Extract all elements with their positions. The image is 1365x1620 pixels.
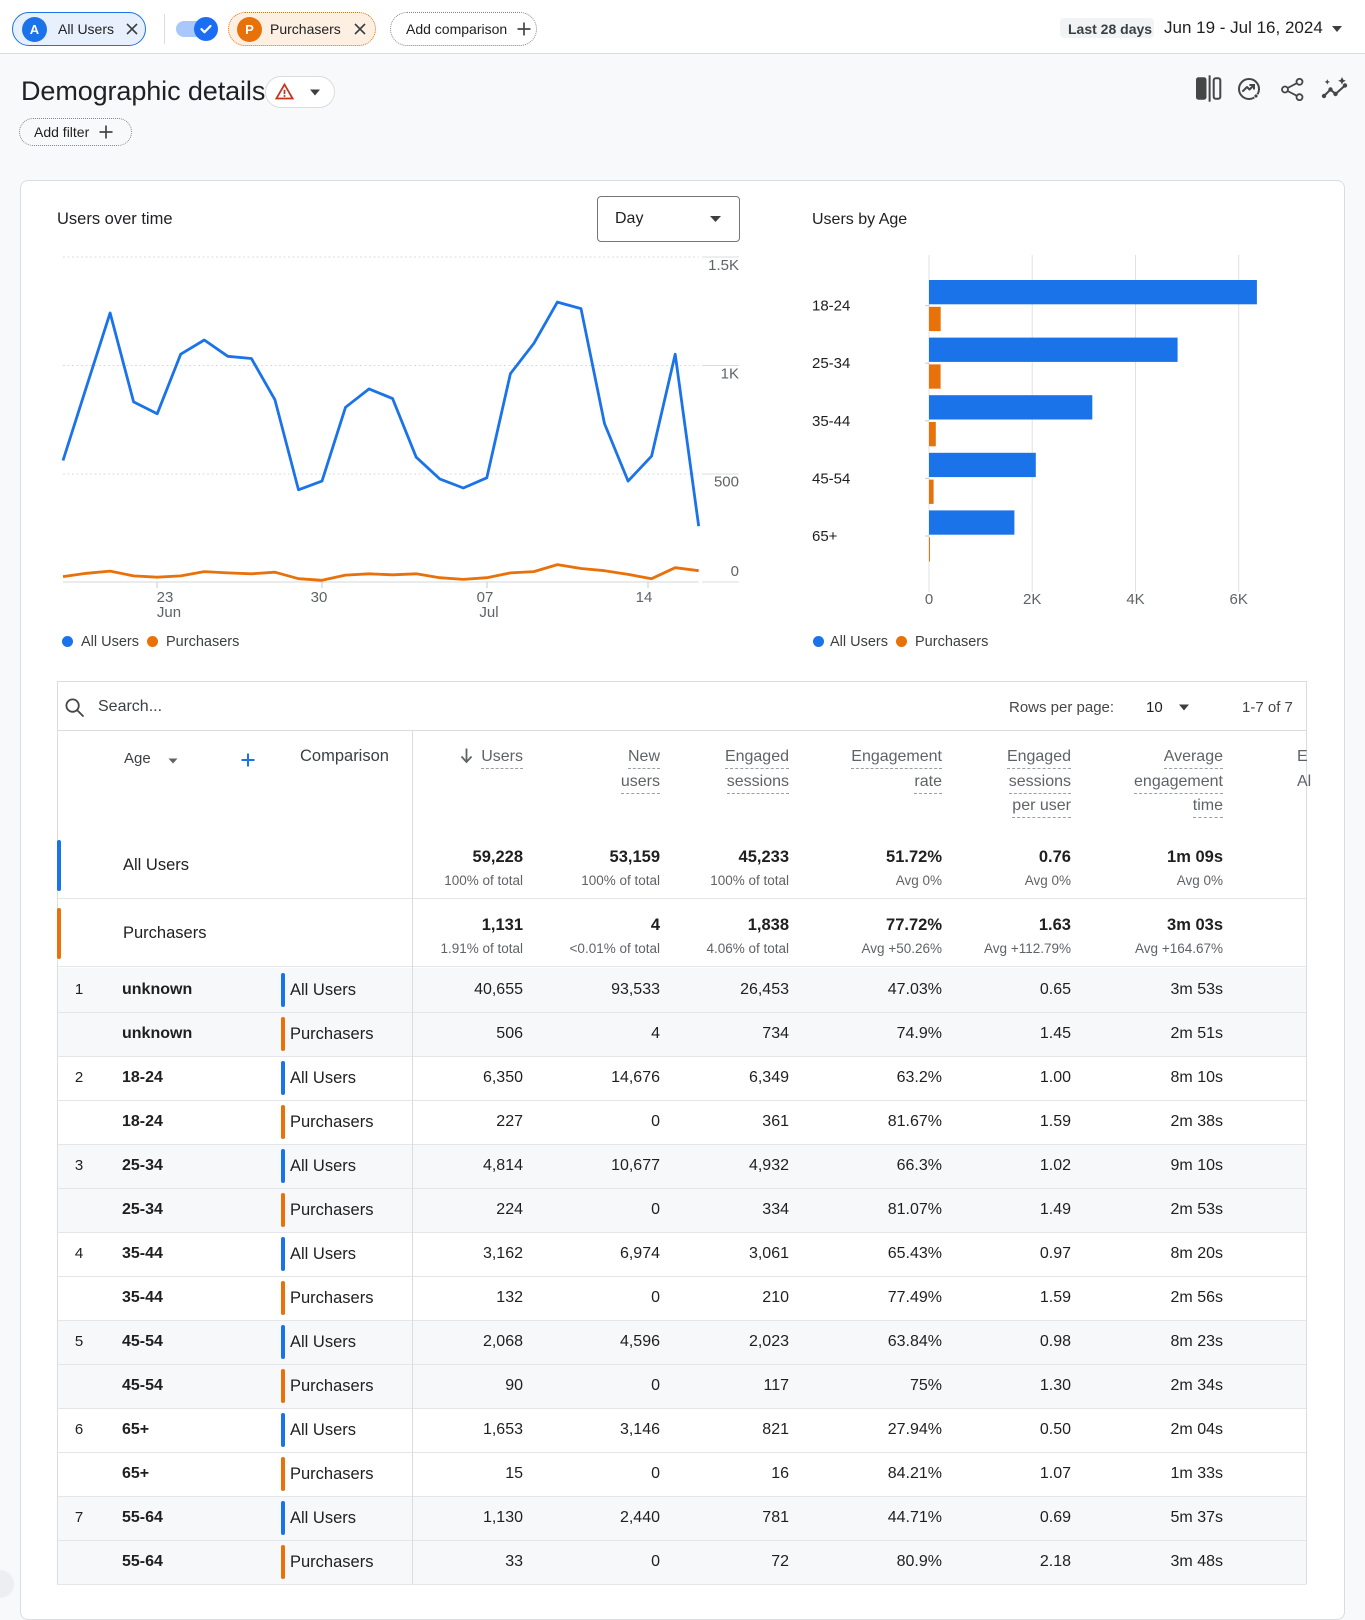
svg-text:Jun: Jun bbox=[157, 604, 181, 621]
svg-text:30: 30 bbox=[311, 589, 328, 606]
svg-text:18-24: 18-24 bbox=[812, 298, 850, 315]
svg-text:Jul: Jul bbox=[479, 604, 498, 621]
svg-text:0: 0 bbox=[731, 563, 739, 580]
svg-text:35-44: 35-44 bbox=[812, 413, 850, 430]
svg-text:65+: 65+ bbox=[812, 528, 838, 545]
svg-text:25-34: 25-34 bbox=[812, 355, 850, 372]
svg-text:14: 14 bbox=[636, 589, 653, 606]
svg-text:500: 500 bbox=[714, 474, 739, 491]
svg-text:45-54: 45-54 bbox=[812, 470, 850, 487]
svg-text:1.5K: 1.5K bbox=[708, 257, 739, 274]
svg-text:0: 0 bbox=[925, 591, 933, 608]
svg-text:2K: 2K bbox=[1023, 591, 1041, 608]
svg-text:4K: 4K bbox=[1126, 591, 1144, 608]
svg-text:1K: 1K bbox=[721, 366, 739, 383]
svg-text:6K: 6K bbox=[1230, 591, 1248, 608]
